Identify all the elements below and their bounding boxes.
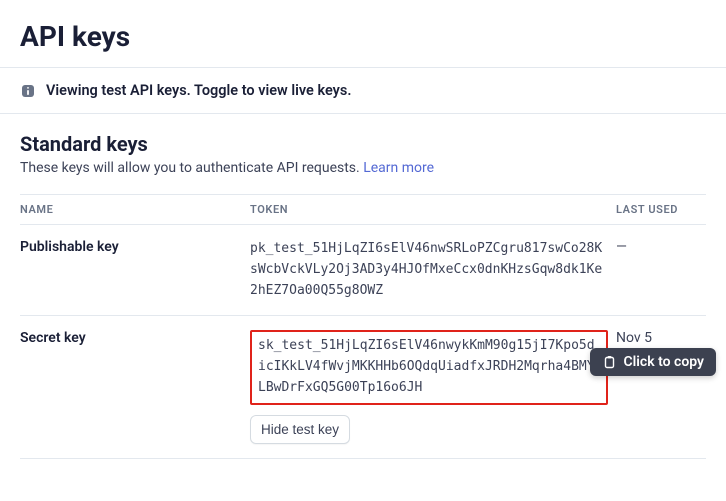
learn-more-link[interactable]: Learn more (363, 160, 434, 176)
keys-table: NAME TOKEN LAST USED Publishable key pk_… (20, 194, 706, 459)
info-icon (20, 83, 36, 99)
key-token[interactable]: sk_test_51HjLqZI6sElV46nwykKmM90g15jI7Kp… (250, 330, 608, 404)
section-title: Standard keys (20, 132, 706, 156)
copy-tooltip-label: Click to copy (623, 354, 704, 370)
col-header-last-used: LAST USED (616, 195, 706, 225)
key-name: Secret key (20, 316, 250, 458)
col-header-name: NAME (20, 195, 250, 225)
section-description: These keys will allow you to authenticat… (20, 160, 706, 176)
key-token[interactable]: pk_test_51HjLqZI6sElV46nwSRLoPZCgru817sw… (250, 239, 608, 301)
spacer (0, 114, 726, 132)
standard-keys-section: Standard keys These keys will allow you … (0, 132, 726, 459)
page-title: API keys (20, 20, 706, 53)
notice-text: Viewing test API keys. Toggle to view li… (46, 82, 351, 99)
last-used: — (616, 225, 706, 316)
last-used: Nov 5 (616, 316, 706, 458)
table-row: Publishable key pk_test_51HjLqZI6sElV46n… (20, 225, 706, 316)
col-header-token: TOKEN (250, 195, 616, 225)
notice-bar: Viewing test API keys. Toggle to view li… (0, 68, 726, 114)
clipboard-icon (602, 355, 616, 369)
hide-test-key-button[interactable]: Hide test key (250, 415, 350, 444)
table-row: Secret key sk_test_51HjLqZI6sElV46nwykKm… (20, 316, 706, 458)
section-desc-text: These keys will allow you to authenticat… (20, 160, 363, 176)
copy-tooltip[interactable]: Click to copy (590, 348, 716, 376)
page-header: API keys (0, 0, 726, 68)
key-name: Publishable key (20, 225, 250, 316)
